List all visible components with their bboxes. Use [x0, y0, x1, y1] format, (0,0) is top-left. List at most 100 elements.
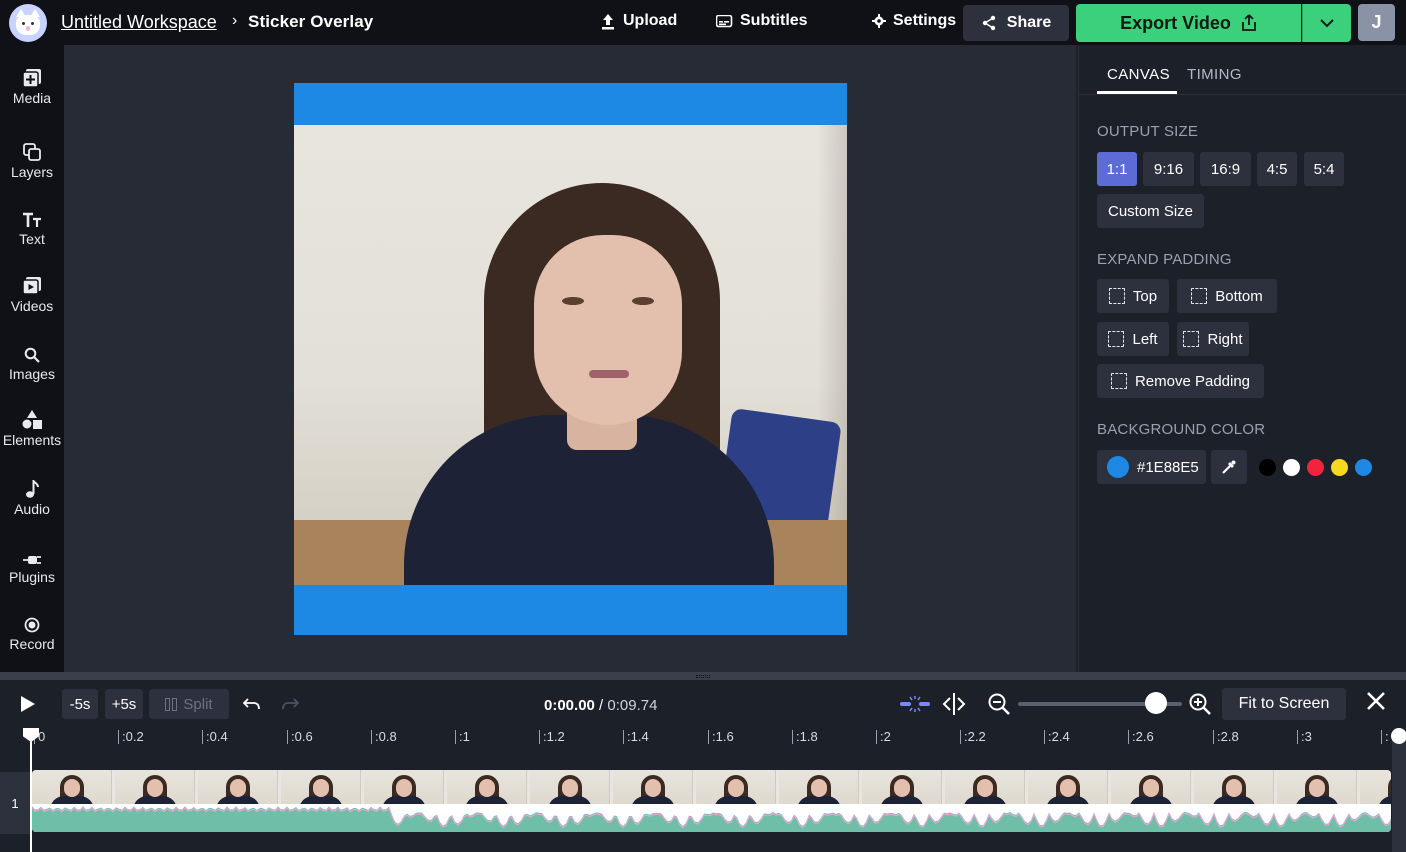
undo-icon	[242, 698, 260, 710]
subtitles-label: Subtitles	[740, 12, 808, 29]
swatch-blue[interactable]	[1355, 459, 1372, 476]
user-avatar[interactable]: J	[1358, 4, 1395, 41]
swatch-black[interactable]	[1259, 459, 1276, 476]
size-option-9-16[interactable]: 9:16	[1143, 152, 1194, 186]
top-bar: Untitled Workspace › Sticker Overlay Upl…	[0, 0, 1406, 45]
sidebar-item-media[interactable]: Media	[0, 67, 64, 123]
sidebar-item-layers[interactable]: Layers	[0, 141, 64, 197]
sidebar-item-label: Elements	[2, 432, 62, 448]
drag-handle-icon[interactable]	[696, 675, 710, 678]
pad-right-button[interactable]: Right	[1177, 322, 1249, 356]
skip-back-5s-button[interactable]: -5s	[62, 689, 98, 719]
zoom-slider-thumb[interactable]	[1145, 692, 1167, 714]
project-title[interactable]: Sticker Overlay	[248, 12, 373, 32]
media-plus-icon	[23, 69, 41, 87]
export-video-button[interactable]: Export Video	[1076, 4, 1301, 42]
sidebar-item-elements[interactable]: Elements	[0, 409, 64, 465]
share-button[interactable]: Share	[963, 5, 1069, 41]
workspace-link[interactable]: Untitled Workspace	[61, 12, 217, 33]
sidebar-item-label: Text	[19, 231, 45, 247]
plug-icon	[23, 556, 41, 564]
eyedropper-button[interactable]	[1211, 450, 1247, 484]
swatch-red[interactable]	[1307, 459, 1324, 476]
subtitles-button[interactable]: Subtitles	[716, 12, 808, 30]
swatch-white[interactable]	[1283, 459, 1300, 476]
tab-canvas[interactable]: CANVAS	[1107, 66, 1170, 83]
pad-top-label: Top	[1132, 287, 1158, 305]
undo-button[interactable]	[242, 697, 260, 715]
properties-panel: CANVAS TIMING OUTPUT SIZE 1:1 9:16 16:9 …	[1078, 45, 1406, 672]
redo-icon	[282, 698, 300, 710]
sidebar-item-text[interactable]: Text	[0, 208, 64, 264]
left-sidebar: Media Layers Text Videos Images Elements…	[0, 45, 64, 672]
snap-toggle-button[interactable]	[898, 694, 932, 719]
total-duration: 0:09.74	[607, 697, 658, 714]
size-option-16-9[interactable]: 16:9	[1200, 152, 1251, 186]
video-icon	[23, 277, 41, 295]
upload-label: Upload	[623, 12, 678, 29]
pad-bottom-label: Bottom	[1215, 287, 1263, 305]
music-note-icon	[26, 480, 39, 498]
tab-timing[interactable]: TIMING	[1187, 66, 1242, 83]
sidebar-item-images[interactable]: Images	[0, 343, 64, 399]
size-option-4-5[interactable]: 4:5	[1257, 152, 1297, 186]
size-option-1-1[interactable]: 1:1	[1097, 152, 1137, 186]
skip-forward-5s-button[interactable]: +5s	[105, 689, 143, 719]
timeline-vertical-scrollbar[interactable]	[1392, 738, 1406, 852]
gear-icon	[872, 14, 886, 28]
background-hex: #1E88E5	[1137, 458, 1199, 476]
sidebar-item-audio[interactable]: Audio	[0, 478, 64, 534]
sidebar-item-record[interactable]: Record	[0, 613, 64, 669]
pad-top-button[interactable]: Top	[1097, 279, 1169, 313]
clip-thumbnail	[32, 770, 112, 806]
zoom-out-icon	[988, 693, 1010, 715]
custom-size-button[interactable]: Custom Size	[1097, 194, 1204, 228]
export-icon	[1241, 14, 1256, 31]
pad-bottom-button[interactable]: Bottom	[1177, 279, 1277, 313]
play-button[interactable]	[20, 695, 36, 718]
redo-button[interactable]	[282, 697, 300, 715]
export-options-dropdown[interactable]	[1302, 4, 1351, 42]
sidebar-item-videos[interactable]: Videos	[0, 275, 64, 331]
current-time: 0:00.00	[544, 697, 595, 714]
size-option-5-4[interactable]: 5:4	[1304, 152, 1344, 186]
ruler-tick: :3	[1297, 730, 1312, 744]
ruler-tick: :	[1381, 730, 1389, 744]
time-readout: 0:00.00 / 0:09.74	[544, 697, 657, 714]
playhead-line[interactable]	[30, 738, 32, 852]
output-canvas[interactable]	[294, 83, 847, 635]
ruler-tick: :1.8	[792, 730, 818, 744]
pad-left-button[interactable]: Left	[1097, 322, 1169, 356]
video-layer[interactable]	[294, 125, 847, 585]
settings-button[interactable]: Settings	[872, 12, 956, 30]
clip-thumbnail	[696, 770, 776, 806]
clip-thumbnail	[862, 770, 942, 806]
layers-icon	[23, 143, 41, 161]
padding-top-icon	[1108, 288, 1125, 304]
split-label: Split	[183, 695, 213, 713]
split-button[interactable]: Split	[149, 689, 229, 719]
zoom-out-button[interactable]	[987, 692, 1011, 721]
sidebar-item-label: Audio	[14, 501, 50, 517]
clip-thumbnail	[1360, 770, 1391, 806]
video-clip[interactable]	[32, 770, 1391, 832]
fit-to-screen-button[interactable]: Fit to Screen	[1222, 688, 1346, 720]
app-logo[interactable]	[9, 4, 47, 42]
swatch-yellow[interactable]	[1331, 459, 1348, 476]
eyedropper-icon	[1222, 460, 1236, 474]
background-color-picker[interactable]: #1E88E5	[1097, 450, 1206, 484]
zoom-in-button[interactable]	[1188, 692, 1212, 721]
remove-padding-button[interactable]: Remove Padding	[1097, 364, 1264, 398]
clip-thumbnail	[945, 770, 1025, 806]
upload-button[interactable]: Upload	[600, 12, 677, 30]
shapes-icon	[22, 410, 42, 429]
sidebar-item-label: Images	[9, 366, 55, 382]
sidebar-item-plugins[interactable]: Plugins	[0, 546, 64, 602]
timeline-ruler[interactable]: 0 :0.2 :0.4 :0.6 :0.8 :1 :1.2 :1.4 :1.6 …	[0, 728, 1406, 750]
active-tab-indicator	[1097, 91, 1177, 94]
timeline-end-handle[interactable]	[1391, 728, 1406, 744]
clip-thumbnail	[1194, 770, 1274, 806]
timeline-controls: -5s +5s Split 0:00.00 / 0:09.74 Fit to S…	[0, 680, 1406, 728]
split-view-button[interactable]	[941, 692, 967, 721]
close-timeline-button[interactable]	[1366, 691, 1386, 716]
